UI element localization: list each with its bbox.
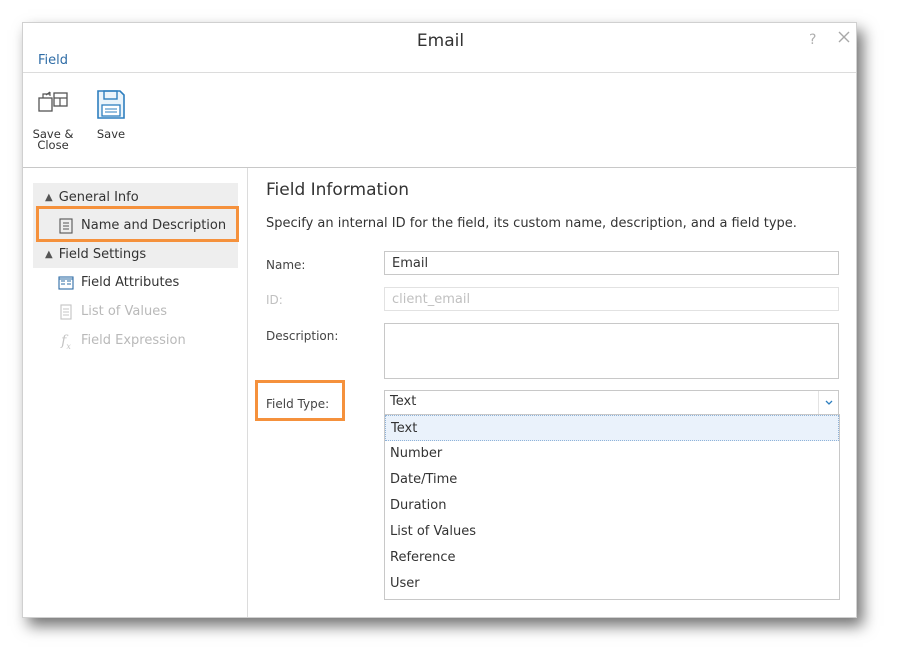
section-title: Field Information bbox=[266, 180, 410, 200]
sidebar-group-label: Field Settings bbox=[58, 246, 147, 262]
save-close-label-2: Close bbox=[37, 138, 69, 152]
dropdown-option-date-time[interactable]: Date/Time bbox=[385, 467, 839, 493]
section-description: Specify an internal ID for the field, it… bbox=[266, 216, 797, 231]
save-close-icon bbox=[38, 91, 68, 112]
dialog-title: Email bbox=[416, 31, 465, 51]
sidebar-item-label: Field Expression bbox=[81, 333, 186, 348]
dropdown-option-list-of-values[interactable]: List of Values bbox=[385, 519, 839, 545]
attributes-icon bbox=[58, 275, 74, 290]
document-icon bbox=[59, 217, 73, 234]
sidebar-group-field-settings[interactable]: ▲ Field Settings bbox=[33, 240, 238, 268]
function-icon: fx bbox=[61, 332, 71, 351]
panel-divider bbox=[247, 168, 248, 617]
sidebar-item-label: List of Values bbox=[81, 304, 167, 319]
sidebar-item-label: Field Attributes bbox=[81, 275, 180, 290]
save-icon bbox=[97, 90, 125, 119]
ribbon-bottom-border bbox=[23, 167, 856, 168]
close-icon[interactable] bbox=[836, 29, 852, 45]
name-input[interactable] bbox=[384, 251, 839, 275]
sidebar-item-name-and-description[interactable]: Name and Description bbox=[33, 211, 238, 240]
sidebar-item-label: Name and Description bbox=[81, 218, 227, 233]
save-close-button[interactable]: Save & Close bbox=[28, 89, 78, 151]
dropdown-option-duration[interactable]: Duration bbox=[385, 493, 839, 519]
field-type-select[interactable]: Text bbox=[384, 390, 839, 415]
dropdown-option-text[interactable]: Text bbox=[385, 415, 839, 441]
sidebar-item-field-expression: fx Field Expression bbox=[33, 326, 238, 355]
tab-field[interactable]: Field bbox=[38, 53, 68, 68]
save-label: Save bbox=[96, 127, 126, 141]
sidebar-item-field-attributes[interactable]: Field Attributes bbox=[33, 268, 238, 297]
sidebar-item-list-of-values: List of Values bbox=[33, 297, 238, 326]
field-type-label: Field Type: bbox=[266, 397, 330, 411]
title-bar: Email ? bbox=[23, 23, 856, 59]
list-icon bbox=[60, 303, 72, 320]
sidebar-nav: ▲ General Info Name and Description ▲ Fi… bbox=[33, 183, 238, 355]
dropdown-option-user[interactable]: User bbox=[385, 571, 839, 597]
id-input bbox=[384, 287, 839, 311]
ribbon-divider bbox=[23, 72, 856, 73]
field-type-dropdown: Text Number Date/Time Duration List of V… bbox=[384, 414, 840, 600]
sidebar-group-general-info[interactable]: ▲ General Info bbox=[33, 183, 238, 211]
field-dialog: Email ? Field Save & Close Save ▲ Genera… bbox=[22, 22, 857, 618]
save-button[interactable]: Save bbox=[86, 89, 136, 140]
description-label: Description: bbox=[266, 329, 339, 343]
chevron-up-icon: ▲ bbox=[45, 191, 53, 203]
name-label: Name: bbox=[266, 258, 306, 272]
chevron-down-icon[interactable] bbox=[818, 391, 838, 414]
help-button[interactable]: ? bbox=[809, 32, 816, 48]
dropdown-option-reference[interactable]: Reference bbox=[385, 545, 839, 571]
field-type-selected-value: Text bbox=[390, 394, 417, 409]
chevron-up-icon: ▲ bbox=[45, 248, 53, 260]
sidebar-group-label: General Info bbox=[58, 189, 139, 205]
dropdown-option-number[interactable]: Number bbox=[385, 441, 839, 467]
id-label: ID: bbox=[266, 293, 283, 307]
description-textarea[interactable] bbox=[384, 323, 839, 379]
